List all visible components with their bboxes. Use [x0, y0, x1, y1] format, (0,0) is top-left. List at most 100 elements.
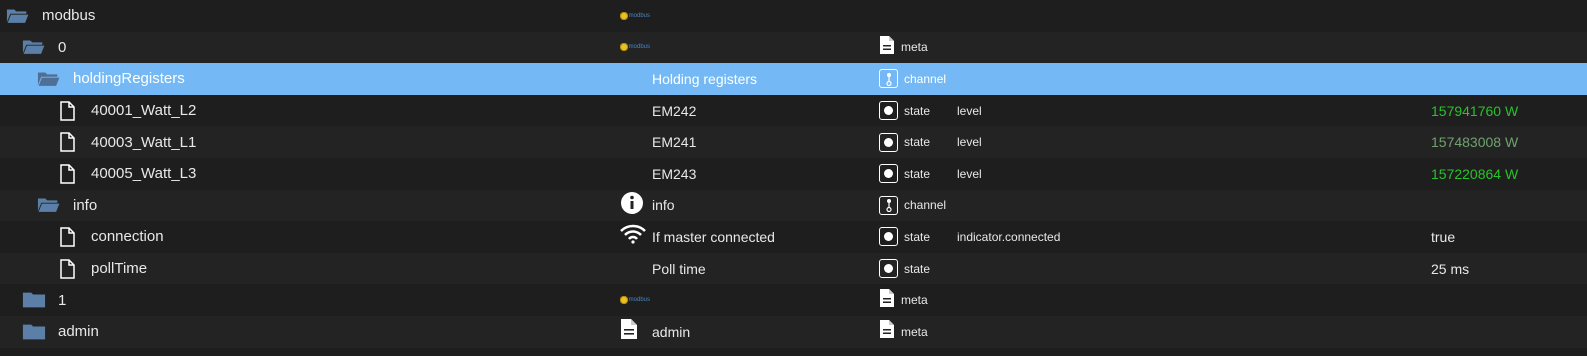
name-cell: info [37, 190, 97, 222]
object-name: 40001_Watt_L2 [91, 102, 197, 120]
state-icon [879, 227, 898, 247]
folder-open-icon[interactable] [37, 194, 61, 216]
object-description: EM241 [652, 134, 697, 151]
name-cell: 1 [22, 284, 66, 316]
file-icon [55, 163, 79, 185]
type-cell: channel [879, 63, 946, 95]
document-icon [620, 318, 638, 345]
meta-document-icon [879, 35, 895, 60]
name-cell: modbus [6, 0, 95, 32]
type-cell: channel [879, 190, 946, 222]
tree-row-0[interactable]: 0 modbus meta [0, 31, 1587, 64]
object-role: indicator.connected [957, 229, 1061, 244]
object-value[interactable]: true [1431, 221, 1455, 253]
desc-cell: modbus [620, 32, 650, 64]
object-type: meta [901, 324, 928, 339]
type-cell: state [879, 221, 930, 253]
tree-row-40005-watt-l3[interactable]: 40005_Watt_L3 EM243 state level 15722086… [0, 157, 1587, 190]
file-icon [55, 100, 79, 122]
tree-row-info[interactable]: info info channel [0, 189, 1587, 222]
object-role: level [957, 103, 982, 118]
desc-cell: modbus [620, 284, 650, 316]
object-name: 1 [58, 291, 67, 309]
file-icon [55, 131, 79, 153]
state-icon [879, 164, 898, 184]
object-role: level [957, 135, 982, 150]
type-cell: state [879, 158, 930, 190]
tree-row-holdingregisters[interactable]: holdingRegisters Holding registers chann… [0, 63, 1587, 95]
modbus-logo-icon: modbus [620, 42, 650, 52]
object-value[interactable]: 157941760 W [1431, 95, 1518, 127]
state-icon [879, 132, 898, 152]
modbus-logo-icon: modbus [620, 11, 650, 21]
file-icon [55, 226, 79, 248]
object-type: state [904, 135, 931, 150]
object-description: EM243 [652, 165, 697, 182]
name-cell: admin [22, 316, 99, 348]
name-cell: 0 [22, 32, 66, 64]
tree-row-1[interactable]: 1 modbus meta [0, 284, 1587, 316]
object-description: admin [652, 323, 691, 340]
object-name: holdingRegisters [73, 70, 185, 88]
object-description: EM242 [652, 102, 697, 119]
meta-document-icon [879, 288, 895, 313]
channel-icon [879, 69, 898, 89]
state-icon [879, 101, 898, 121]
type-cell: state [879, 253, 930, 285]
object-value[interactable]: 25 ms [1431, 253, 1469, 285]
folder-open-icon[interactable] [37, 68, 61, 90]
info-icon [620, 191, 644, 220]
name-cell: connection [55, 221, 164, 253]
object-type: meta [901, 40, 928, 55]
name-cell: 40001_Watt_L2 [55, 95, 196, 127]
desc-cell: info [620, 190, 675, 222]
object-tree: modbus modbus 0 modbus meta holdingRegis… [0, 0, 1587, 348]
object-description: info [652, 197, 675, 214]
desc-cell: admin [620, 316, 690, 348]
object-description: If master connected [652, 228, 775, 245]
channel-icon [879, 195, 898, 215]
object-value[interactable]: 157220864 W [1431, 158, 1518, 190]
object-name: 40005_Watt_L3 [91, 165, 197, 183]
name-cell: holdingRegisters [37, 63, 185, 95]
object-description: Holding registers [652, 70, 758, 87]
folder-open-icon[interactable] [6, 5, 30, 27]
object-type: state [904, 261, 931, 276]
tree-row-40001-watt-l2[interactable]: 40001_Watt_L2 EM242 state level 15794176… [0, 94, 1587, 127]
object-type: state [904, 166, 931, 181]
type-cell: state [879, 126, 930, 158]
wifi-icon [620, 224, 646, 249]
object-value[interactable]: 157483008 W [1431, 126, 1518, 158]
tree-row-admin[interactable]: admin admin meta [0, 315, 1587, 348]
state-icon [879, 259, 898, 279]
desc-cell: modbus [620, 0, 650, 32]
object-type: channel [904, 71, 947, 86]
object-name: modbus [42, 7, 96, 25]
tree-row-polltime[interactable]: pollTime Poll time state 25 ms [0, 252, 1587, 285]
desc-cell: If master connected [620, 221, 775, 253]
type-cell: meta [879, 284, 928, 316]
folder-closed-icon[interactable] [22, 289, 46, 311]
file-icon [55, 258, 79, 280]
object-role: level [957, 166, 982, 181]
object-name: admin [58, 323, 99, 341]
type-cell: meta [879, 316, 928, 348]
modbus-logo-icon: modbus [620, 295, 650, 305]
name-cell: 40003_Watt_L1 [55, 126, 196, 158]
object-name: 40003_Watt_L1 [91, 133, 197, 151]
folder-closed-icon[interactable] [22, 321, 46, 343]
object-type: state [904, 229, 931, 244]
tree-row-40003-watt-l1[interactable]: 40003_Watt_L1 EM241 state level 15748300… [0, 126, 1587, 158]
folder-open-icon[interactable] [22, 36, 46, 58]
object-name: connection [91, 228, 164, 246]
object-type: meta [901, 293, 928, 308]
name-cell: 40005_Watt_L3 [55, 158, 196, 190]
object-name: info [73, 196, 98, 214]
object-type: state [904, 103, 931, 118]
object-type: channel [904, 198, 947, 213]
tree-row-modbus[interactable]: modbus modbus [0, 0, 1587, 32]
tree-row-connection[interactable]: connection If master connected state ind… [0, 221, 1587, 253]
name-cell: pollTime [55, 253, 147, 285]
meta-document-icon [879, 319, 895, 344]
object-name: pollTime [91, 260, 148, 278]
